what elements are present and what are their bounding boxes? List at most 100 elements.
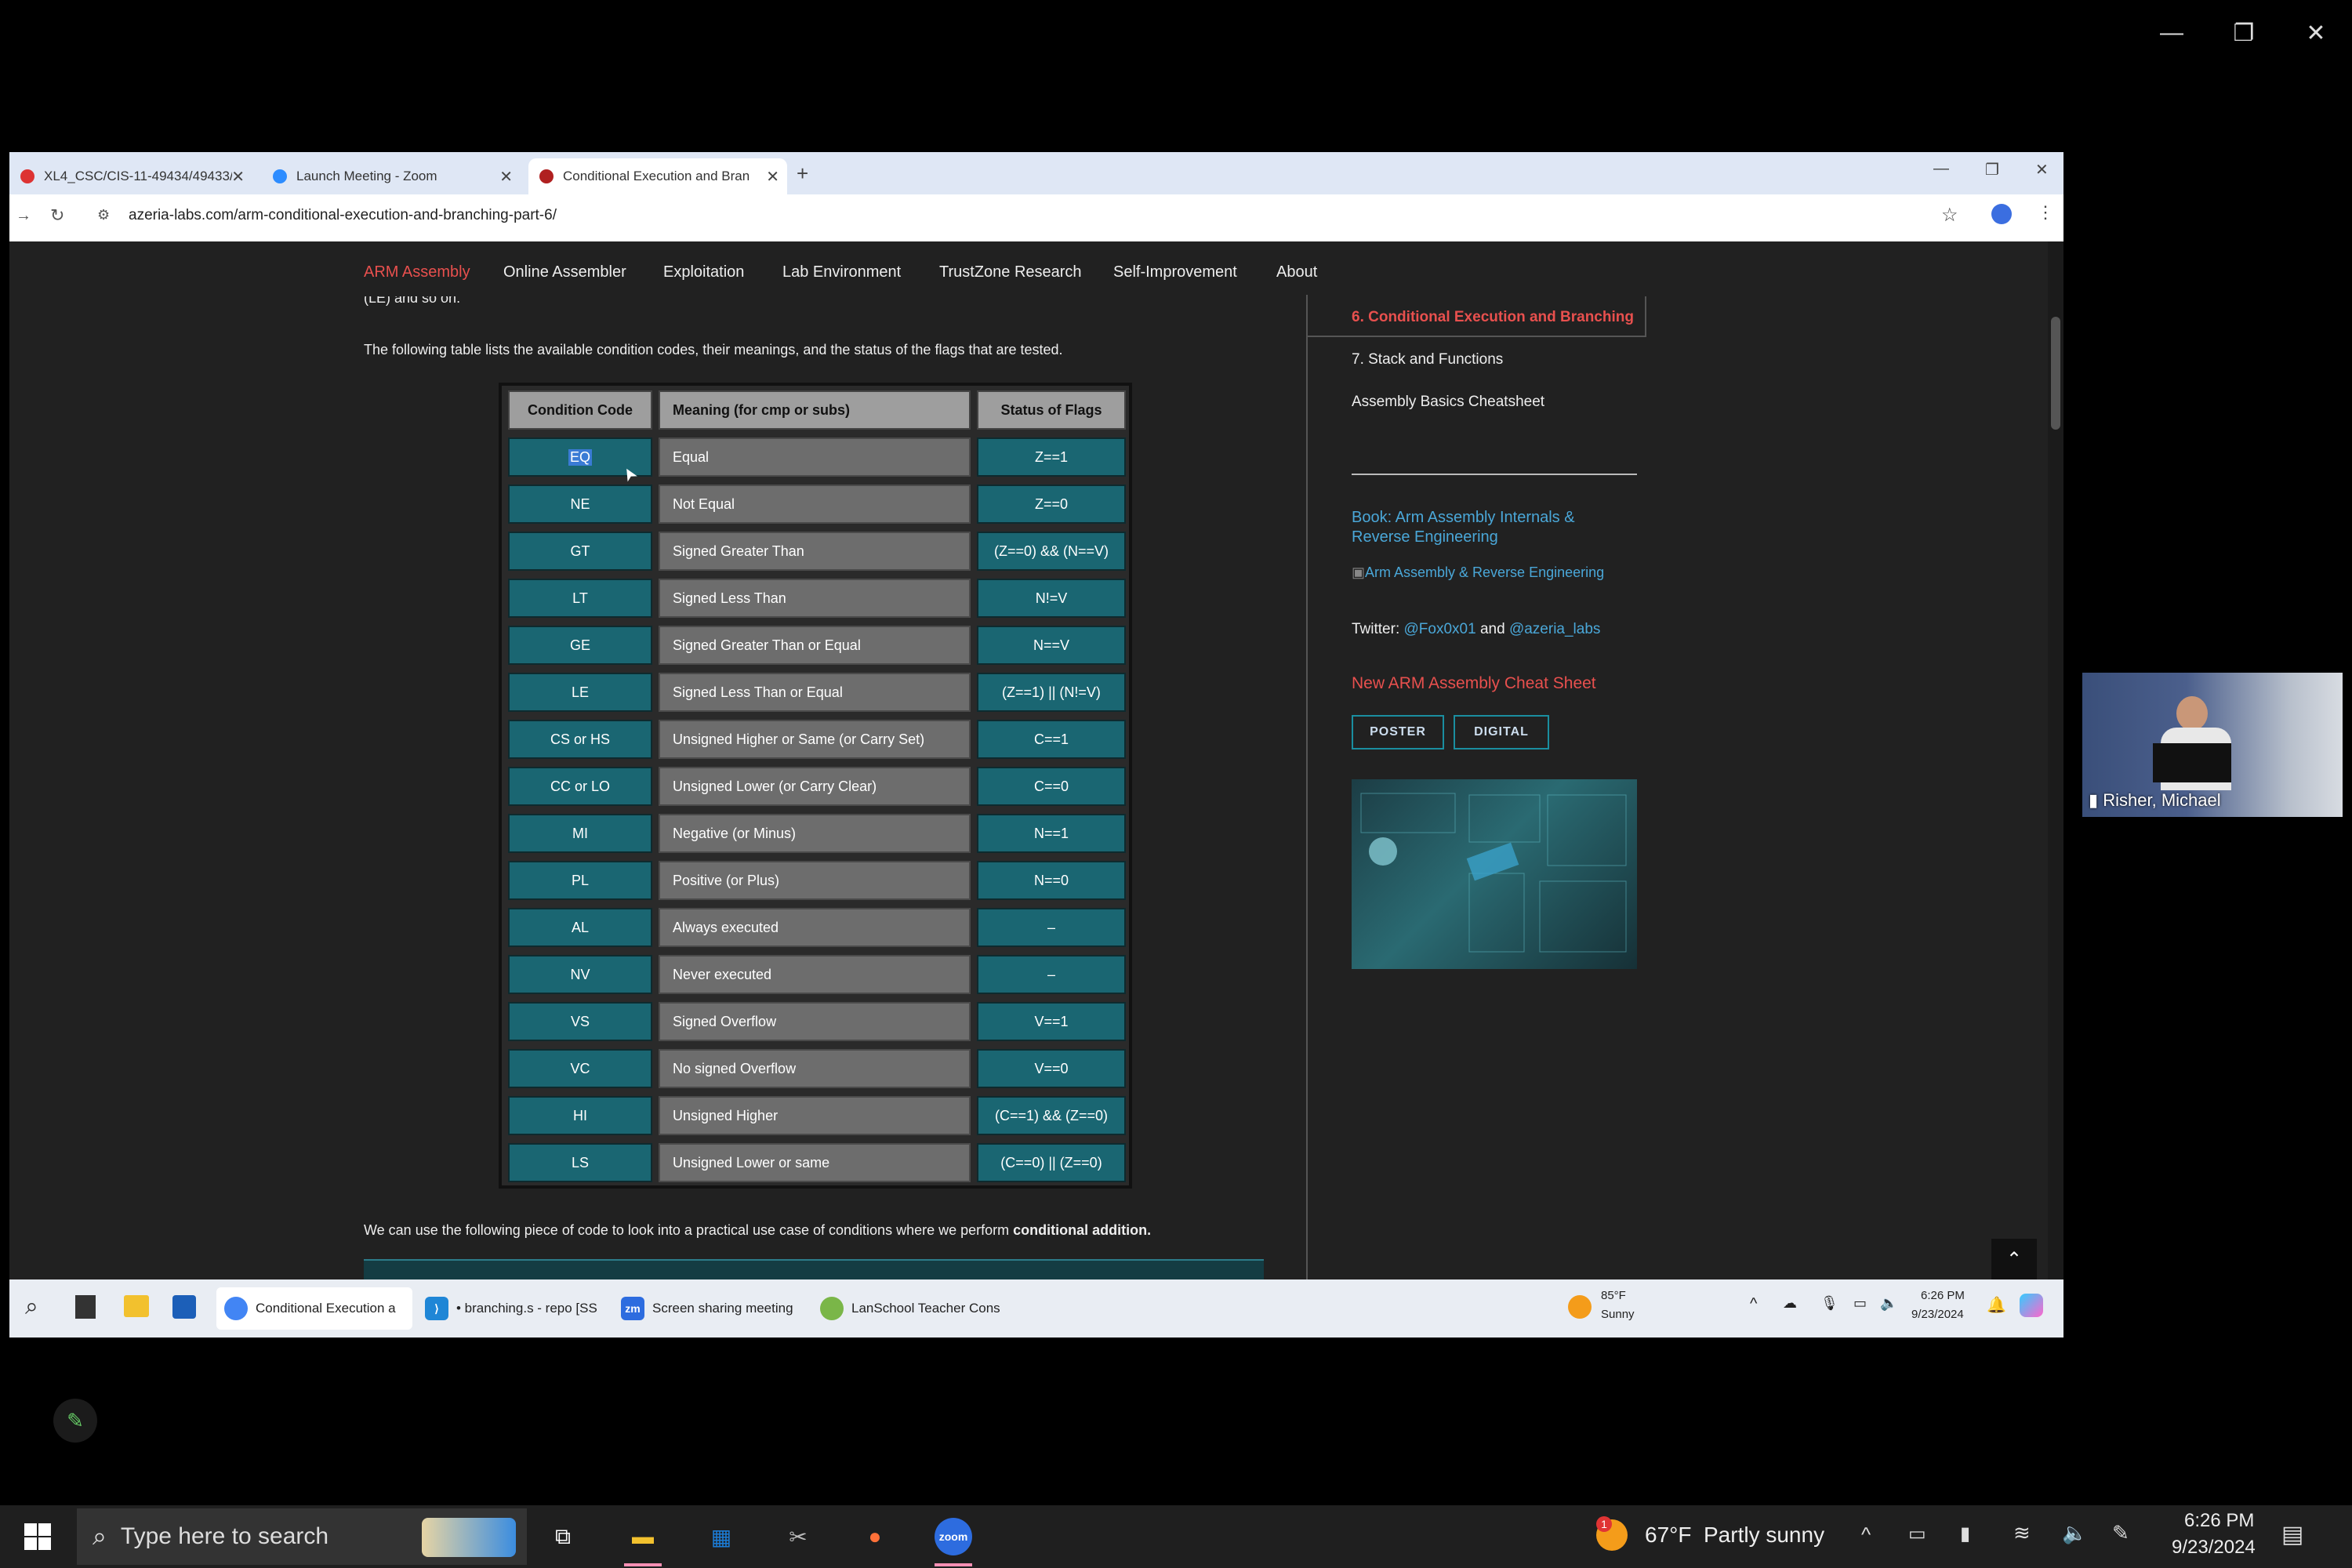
close-tab-icon[interactable]: ✕ — [766, 167, 779, 187]
search-icon: ⌕ — [93, 1522, 107, 1550]
nav-self-improvement[interactable]: Self-Improvement — [1113, 263, 1237, 281]
pen-icon[interactable]: ✎ — [2112, 1521, 2129, 1545]
cell-code: LT — [508, 579, 652, 618]
new-tab-button[interactable]: + — [797, 162, 808, 186]
nav-online-assembler[interactable]: Online Assembler — [503, 263, 626, 281]
network-icon[interactable]: ▭ — [1853, 1295, 1867, 1312]
cell-meaning: Equal — [659, 437, 971, 477]
zoom-icon — [273, 169, 287, 183]
cell-flags: C==1 — [977, 720, 1126, 759]
snipping-tool-icon[interactable]: ✂ — [779, 1518, 817, 1555]
twitter-line: Twitter: @Fox0x01 and @azeria_labs — [1352, 621, 1600, 638]
book-image-alt-text: Arm Assembly & Reverse Engineering — [1365, 564, 1605, 580]
cell-flags: N==1 — [977, 814, 1126, 853]
participant-monitor — [2153, 743, 2231, 782]
page-scrollbar[interactable] — [2048, 241, 2063, 1279]
taskbar-lanschool-label: LanSchool Teacher Cons — [851, 1301, 1000, 1316]
calculator-icon[interactable]: ▦ — [702, 1518, 740, 1555]
weather-text[interactable]: 67°F Partly sunny — [1645, 1523, 1824, 1548]
participant-name-text: Risher, Michael — [2103, 790, 2221, 810]
sidebar-separator — [1352, 474, 1637, 475]
digital-button[interactable]: DIGITAL — [1454, 715, 1549, 750]
store-icon[interactable] — [172, 1295, 196, 1319]
back-to-top-button[interactable]: ⌃ — [1991, 1239, 2037, 1279]
forward-icon[interactable]: → — [16, 207, 31, 225]
restore-icon[interactable]: ❐ — [2220, 14, 2267, 52]
taskbar-search-box[interactable]: ⌕ Type here to search — [77, 1508, 527, 1565]
close-icon[interactable]: ✕ — [2292, 14, 2339, 52]
firefox-icon[interactable]: ● — [856, 1518, 894, 1555]
file-explorer-icon[interactable] — [124, 1295, 149, 1317]
cell-flags: (C==0) || (Z==0) — [977, 1143, 1126, 1182]
bookmark-star-icon[interactable]: ☆ — [1941, 204, 1958, 227]
weather-badge: 1 — [1596, 1516, 1612, 1532]
sidebar-item-stack-functions[interactable]: 7. Stack and Functions — [1352, 351, 1503, 368]
tab-conditional-execution[interactable]: Conditional Execution and Bran ✕ — [528, 158, 787, 194]
sidebar-item-cheatsheet[interactable]: Assembly Basics Cheatsheet — [1352, 394, 1544, 411]
notifications-icon[interactable]: ▤ — [2281, 1521, 2303, 1548]
tab-xl4[interactable]: XL4_CSC/CIS-11-49434/49433/ ✕ — [9, 158, 252, 194]
poster-button[interactable]: POSTER — [1352, 715, 1444, 750]
zoom-taskbar-icon[interactable]: zoom — [935, 1518, 972, 1555]
outro-bold: conditional addition. — [1013, 1222, 1152, 1238]
scrollbar-thumb[interactable] — [2051, 317, 2060, 430]
cell-code: AL — [508, 908, 652, 947]
browser-restore-icon[interactable]: ❐ — [1985, 160, 1999, 180]
nav-about[interactable]: About — [1276, 263, 1317, 281]
url-field[interactable]: azeria-labs.com/arm-conditional-executio… — [129, 207, 557, 224]
annotate-pen-icon[interactable]: ✎ — [53, 1399, 97, 1443]
volume-icon[interactable]: 🔈 — [1880, 1295, 1897, 1312]
book-link[interactable]: Book: Arm Assembly Internals & Reverse E… — [1352, 508, 1618, 547]
tab-zoom[interactable]: Launch Meeting - Zoom ✕ — [262, 158, 521, 194]
cell-meaning: Always executed — [659, 908, 971, 947]
copilot-icon[interactable] — [2020, 1294, 2043, 1317]
nav-lab-environment[interactable]: Lab Environment — [782, 263, 901, 281]
inner-search-icon[interactable]: ⌕ — [25, 1294, 38, 1320]
close-tab-icon[interactable]: ✕ — [231, 167, 245, 187]
nav-trustzone-research[interactable]: TrustZone Research — [939, 263, 1082, 281]
windows-start-icon[interactable] — [19, 1518, 56, 1555]
onedrive-icon[interactable]: ☁ — [1783, 1295, 1797, 1312]
wifi-icon[interactable]: ≋ — [2013, 1521, 2031, 1545]
browser-close-icon[interactable]: ✕ — [2035, 160, 2049, 180]
cell-flags: N!=V — [977, 579, 1126, 618]
book-image-alt[interactable]: ▣Arm Assembly & Reverse Engineering — [1352, 564, 1604, 581]
tray-chevron-icon[interactable]: ^ — [1861, 1523, 1871, 1547]
tray-chevron-icon[interactable]: ^ — [1750, 1295, 1757, 1313]
reload-icon[interactable]: ↻ — [50, 205, 64, 226]
browser-minimize-icon[interactable]: — — [1933, 160, 1949, 178]
cell-meaning: Signed Greater Than or Equal — [659, 626, 971, 665]
search-highlight-image — [422, 1518, 516, 1557]
outro-paragraph: We can use the following piece of code t… — [364, 1222, 1151, 1239]
profile-avatar[interactable] — [1991, 204, 2012, 224]
cell-meaning: Unsigned Lower (or Carry Clear) — [659, 767, 971, 806]
taskbar-zoom[interactable]: zm Screen sharing meeting — [613, 1287, 809, 1330]
task-view-icon[interactable] — [75, 1295, 96, 1319]
taskbar-chrome[interactable]: Conditional Execution a — [216, 1287, 412, 1330]
minimize-icon[interactable]: — — [2148, 14, 2195, 52]
twitter-link-fox[interactable]: @Fox0x01 — [1404, 621, 1476, 637]
taskbar-zoom-label: Screen sharing meeting — [652, 1301, 793, 1316]
file-explorer-icon[interactable]: ▬ — [624, 1518, 662, 1555]
notification-bell-icon[interactable]: 🔔 — [1987, 1295, 2006, 1315]
nav-arm-assembly[interactable]: ARM Assembly — [364, 263, 470, 281]
volume-icon[interactable]: 🔈 — [2062, 1521, 2087, 1545]
browser-menu-icon[interactable]: ⋮ — [2037, 202, 2054, 223]
nav-exploitation[interactable]: Exploitation — [663, 263, 744, 281]
site-info-icon[interactable]: ⚙ — [97, 207, 110, 223]
participant-video[interactable]: ▮ Risher, Michael — [2082, 673, 2343, 817]
battery-icon[interactable]: ▮ — [1960, 1523, 1970, 1545]
close-tab-icon[interactable]: ✕ — [499, 167, 513, 187]
taskbar-lanschool[interactable]: LanSchool Teacher Cons — [812, 1287, 1008, 1330]
browser-tab-bar: XL4_CSC/CIS-11-49434/49433/ ✕ Launch Mee… — [9, 152, 2063, 194]
task-view-icon[interactable]: ⧉ — [544, 1518, 582, 1555]
tab-title: XL4_CSC/CIS-11-49434/49433/ — [44, 169, 232, 183]
mic-icon[interactable]: 🎙 — [1820, 1295, 1838, 1312]
display-icon[interactable]: ▭ — [1908, 1523, 1926, 1545]
cell-flags: N==V — [977, 626, 1126, 665]
twitter-link-azeria[interactable]: @azeria_labs — [1509, 621, 1600, 637]
twitter-label: Twitter: — [1352, 621, 1400, 637]
cheat-sheet-image[interactable] — [1352, 779, 1637, 969]
sidebar-item-current[interactable]: 6. Conditional Execution and Branching — [1352, 309, 1634, 326]
taskbar-vscode[interactable]: ⟩ • branching.s - repo [SS — [417, 1287, 605, 1330]
